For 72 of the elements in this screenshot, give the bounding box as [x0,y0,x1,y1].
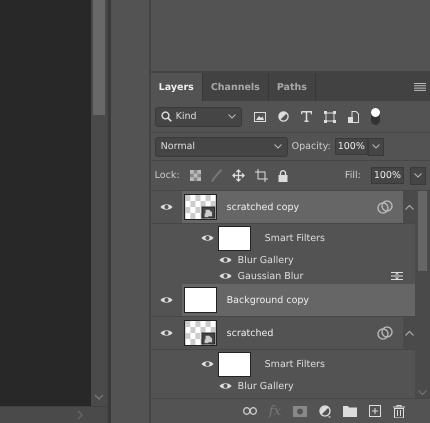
scrollbar-thumb[interactable] [418,191,427,271]
move-icon[interactable] [232,169,245,182]
chevron-down-icon [414,173,422,178]
lock-label: Lock: [154,170,180,181]
fill-label: Fill: [344,170,361,181]
smart-filters-row[interactable]: Smart Filters [150,224,415,252]
filter-toggle[interactable] [370,108,380,125]
blending-options-icon[interactable] [391,271,403,281]
type-icon[interactable] [300,111,312,122]
filter-name: Blur Gallery [238,254,295,266]
eye-icon[interactable] [160,296,173,304]
filter-row[interactable]: Gaussian Blur [150,268,415,284]
eye-icon[interactable] [160,203,173,211]
filter-row[interactable]: Blur Gallery [150,252,415,268]
filter-row[interactable]: Blur Gallery [150,378,415,394]
search-icon [160,111,172,122]
layer-name: scratched copy [226,202,300,212]
folder-icon[interactable] [343,406,357,416]
scrollbar-thumb[interactable] [93,0,105,115]
layer-row[interactable]: scratched [182,317,415,349]
blend-mode-dropdown[interactable]: Normal [154,136,288,156]
chevron-down-icon [228,114,236,119]
checkerboard-icon[interactable] [190,170,201,181]
half-circle-icon[interactable] [278,111,289,122]
menu-icon[interactable] [414,83,426,91]
crop-icon[interactable] [254,169,268,182]
filter-mask-thumbnail [218,226,251,250]
filter-name: Blur Gallery [238,380,295,392]
link-icon[interactable] [242,407,257,415]
opacity-dropdown-button[interactable] [368,138,384,156]
smart-filters-row[interactable]: Smart Filters [150,350,415,378]
layer-row[interactable]: Background copy [182,284,415,316]
layer-row[interactable]: scratched copy [182,191,415,223]
filter-dropdown[interactable]: Kind [154,106,242,126]
vertical-scrollbar[interactable] [415,191,430,398]
chevron-down-icon [274,144,282,149]
eye-icon[interactable] [160,329,173,337]
fill-dropdown-button[interactable] [410,166,426,184]
filter-value: Kind [176,111,198,122]
eye-icon[interactable] [218,256,232,264]
trash-icon[interactable] [393,404,405,418]
opacity-field[interactable]: 100% [334,138,368,155]
eye-icon[interactable] [200,360,214,368]
fill-field[interactable]: 100% [370,167,404,184]
smart-object-thumbnail [184,194,217,220]
smart-filters-label: Smart Filters [264,232,325,244]
overlapping-circles-icon [377,326,393,340]
filter-mask-thumbnail [218,352,251,376]
panel-tab[interactable]: Layers [150,73,203,101]
layer-thumbnail [184,287,217,313]
collapse-button[interactable] [403,191,415,223]
chevron-down-icon [372,144,380,149]
lock-icon[interactable] [278,170,288,182]
opacity-label: Opacity: [292,141,331,152]
eye-icon[interactable] [218,382,232,390]
layer-name: scratched [226,328,274,338]
smart-filters-label: Smart Filters [264,358,325,370]
eye-icon[interactable] [200,234,214,242]
half-circle-icon[interactable] [319,404,331,418]
overlapping-circles-icon [377,200,393,214]
filter-name: Gaussian Blur [238,270,304,282]
image-icon[interactable] [254,112,266,122]
chevron-up-icon [404,204,414,210]
layer-name: Background copy [226,294,310,306]
blend-mode-value: Normal [160,141,196,152]
transform-icon[interactable] [324,110,336,122]
new-layer-icon[interactable] [369,405,381,417]
eye-icon[interactable] [218,272,232,280]
chevron-up-icon [404,330,414,336]
collapse-button[interactable] [403,317,415,349]
smart-object-thumbnail [184,320,217,346]
smart-object-icon[interactable] [348,110,359,122]
